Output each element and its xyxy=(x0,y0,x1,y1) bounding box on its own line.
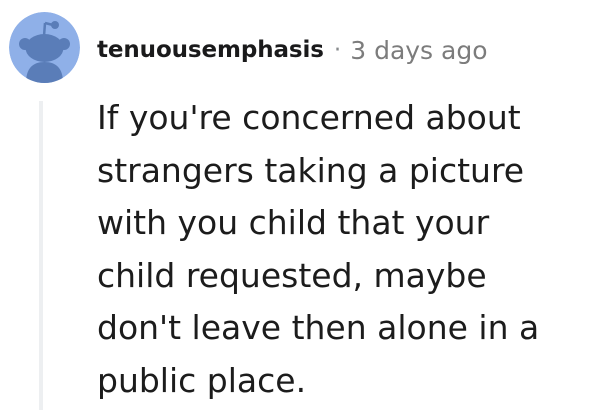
comment-header: tenuousemphasis · 3 days ago xyxy=(97,30,488,70)
user-avatar[interactable] xyxy=(9,12,80,83)
meta-separator: · xyxy=(333,37,342,63)
username-link[interactable]: tenuousemphasis xyxy=(97,37,324,63)
snoo-avatar-icon xyxy=(9,12,80,83)
thread-line[interactable] xyxy=(39,101,43,410)
comment-timestamp[interactable]: 3 days ago xyxy=(350,36,487,65)
comment: tenuousemphasis · 3 days ago If you're c… xyxy=(0,0,598,410)
comment-body: If you're concerned about strangers taki… xyxy=(97,98,540,400)
